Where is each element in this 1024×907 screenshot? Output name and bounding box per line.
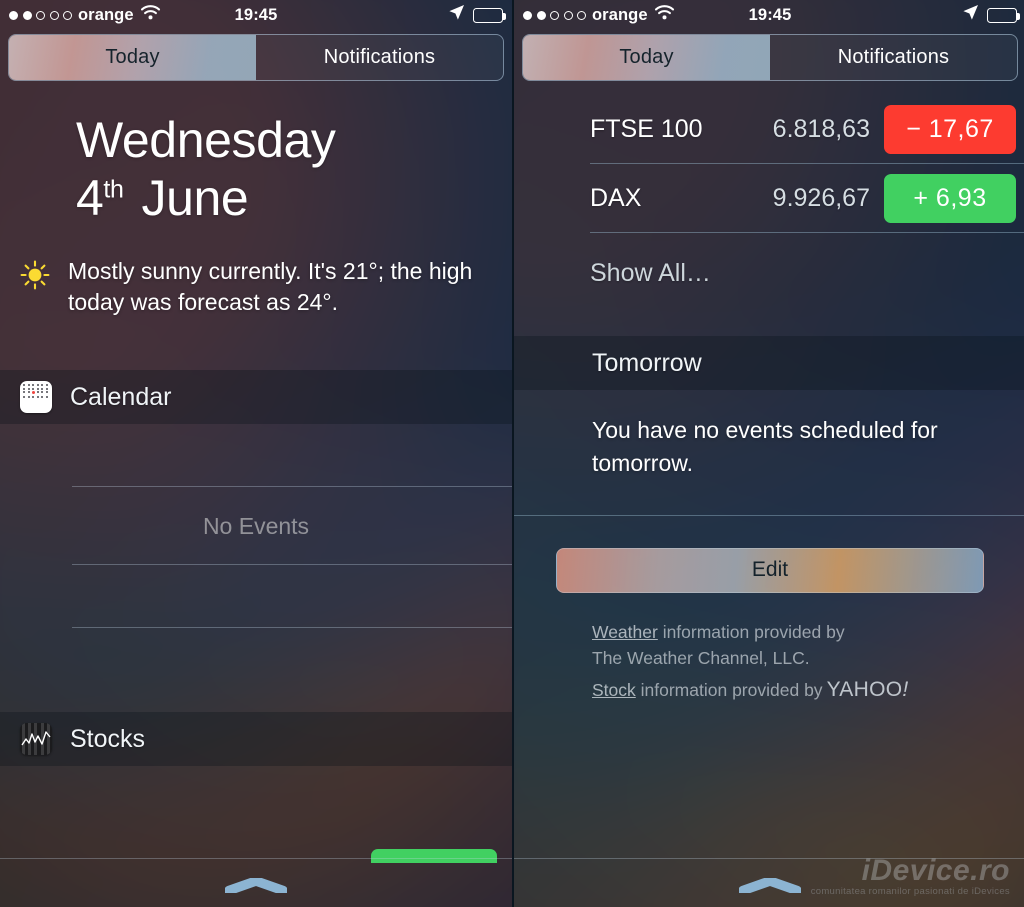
wifi-icon	[654, 5, 675, 25]
bottom-divider	[514, 858, 1024, 859]
stock-price: 9.926,67	[772, 183, 870, 212]
calendar-spacer-row	[0, 424, 512, 486]
stocks-app-icon	[20, 723, 52, 756]
calendar-spacer-row	[0, 628, 512, 690]
weather-summary-text: Mostly sunny currently. It's 21°; the hi…	[68, 258, 473, 316]
edit-button[interactable]: Edit	[556, 547, 984, 593]
bottom-divider	[0, 858, 512, 859]
weather-provider-link[interactable]: Weather	[592, 622, 658, 642]
date-month: June	[141, 169, 249, 226]
date-ordinal-suffix: th	[103, 174, 124, 203]
tab-today[interactable]: Today	[523, 35, 770, 80]
weather-provider-name: The Weather Channel, LLC.	[592, 647, 810, 668]
stock-change-badge[interactable]: + 6,93	[884, 173, 1016, 223]
tab-today[interactable]: Today	[9, 35, 256, 80]
provider-credits: Weather information provided by The Weat…	[514, 593, 1024, 706]
table-row[interactable]: FTSE 100 6.818,63 − 17,67	[514, 95, 1024, 163]
stocks-widget-title: Stocks	[70, 724, 146, 753]
calendar-spacer-row	[0, 565, 512, 627]
battery-low-icon	[987, 7, 1021, 23]
table-row[interactable]: DAX 9.926,67 + 6,93	[514, 164, 1024, 232]
calendar-no-events-label: No Events	[202, 513, 310, 540]
stock-change-badge-peek	[371, 849, 497, 863]
carrier-name: orange	[592, 5, 648, 24]
calendar-widget-title: Calendar	[70, 382, 172, 411]
stock-provider-link[interactable]: Stock	[592, 680, 636, 700]
stock-name: DAX	[590, 183, 642, 212]
tomorrow-title: Tomorrow	[592, 348, 702, 377]
weather-summary-row: Mostly sunny currently. It's 21°; the hi…	[0, 224, 512, 318]
today-date-block: Wednesday 4th June	[0, 89, 512, 224]
stock-credit-text: information provided by	[635, 680, 823, 701]
signal-strength-dots	[523, 10, 586, 20]
wifi-icon	[140, 5, 161, 25]
stock-price: 6.818,63	[772, 114, 870, 143]
location-arrow-icon	[448, 4, 465, 26]
sun-icon	[20, 260, 50, 318]
stocks-list: FTSE 100 6.818,63 − 17,67 DAX 9.926,67 +…	[514, 95, 1024, 314]
right-phone-panel: orange 19:45 Today Notifications FTSE 10…	[512, 0, 1024, 907]
chevron-up-grabber[interactable]	[514, 878, 1024, 893]
calendar-widget-header[interactable]: Calendar	[0, 370, 512, 425]
date-day-number: 4	[76, 169, 104, 226]
status-bar-right: orange 19:45	[514, 0, 1024, 30]
weather-credit-text: information provided by	[657, 621, 845, 642]
segmented-control-left[interactable]: Today Notifications	[8, 34, 504, 81]
tomorrow-body-text: You have no events scheduled for tomorro…	[592, 417, 938, 477]
tab-notifications[interactable]: Notifications	[256, 35, 503, 80]
carrier-name: orange	[78, 5, 134, 24]
tomorrow-widget-header: Tomorrow	[514, 336, 1024, 390]
status-bar-left: orange 19:45	[0, 0, 512, 30]
notification-center-screenshot: orange 19:45 Today Notifications Wednesd…	[0, 0, 1024, 907]
left-phone-panel: orange 19:45 Today Notifications Wednesd…	[0, 0, 512, 907]
stock-name: FTSE 100	[590, 114, 703, 143]
stock-change-badge[interactable]: − 17,67	[884, 104, 1016, 154]
battery-low-icon	[473, 7, 507, 23]
calendar-app-icon	[20, 381, 52, 414]
yahoo-logo: YAHOO!	[826, 678, 909, 702]
location-arrow-icon	[962, 4, 979, 26]
date-weekday: Wednesday	[76, 112, 336, 168]
segmented-control-right[interactable]: Today Notifications	[522, 34, 1018, 81]
show-all-link[interactable]: Show All…	[514, 233, 1024, 314]
tab-notifications[interactable]: Notifications	[770, 35, 1017, 80]
chevron-up-grabber[interactable]	[0, 878, 512, 893]
signal-strength-dots	[9, 10, 72, 20]
stocks-widget-header[interactable]: Stocks	[0, 712, 512, 767]
